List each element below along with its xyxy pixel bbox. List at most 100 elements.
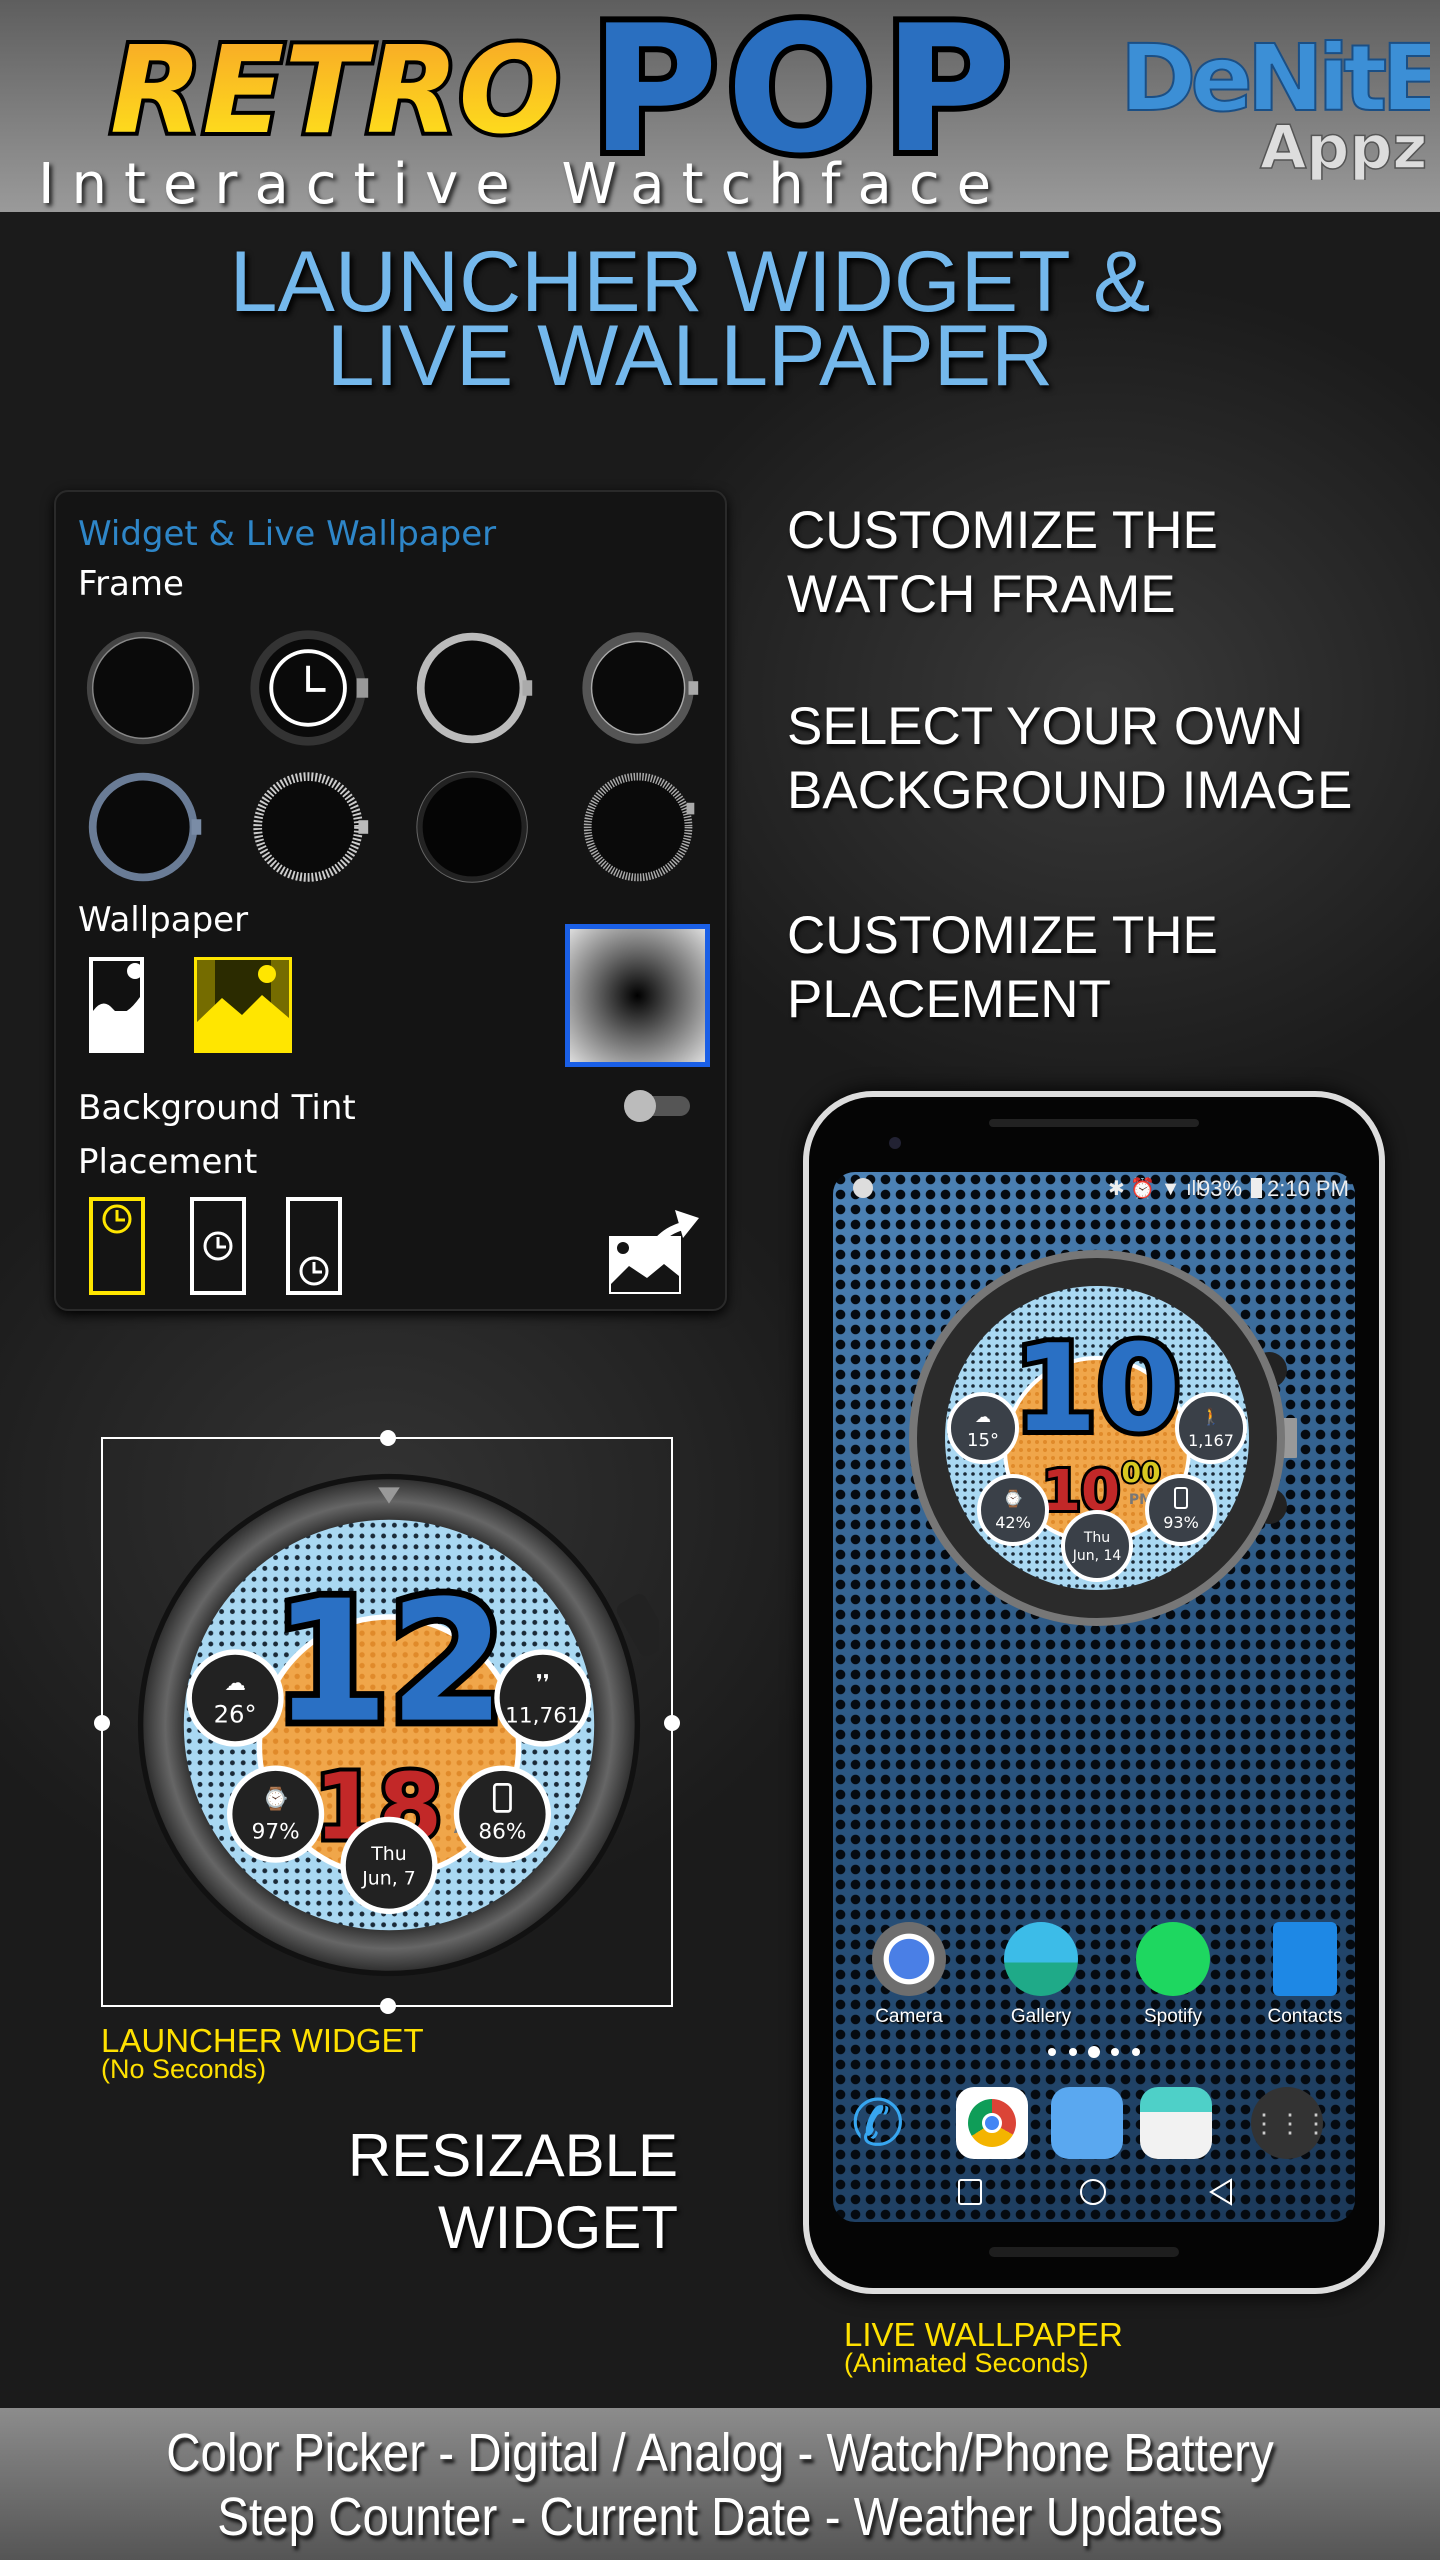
subtitle: Interactive Watchface: [38, 152, 1009, 217]
svg-text:Jun, 7: Jun, 7: [361, 1867, 416, 1889]
app-gallery[interactable]: Gallery: [1001, 1922, 1081, 2028]
footer-line1: Color Picker - Digital / Analog - Watch/…: [166, 2423, 1274, 2483]
walking-icon: 🚶: [1201, 1407, 1221, 1426]
spotify-notification-icon: [853, 1178, 873, 1198]
launcher-widget-subcaption: (No Seconds): [101, 2054, 267, 2084]
wallpaper-label: Wallpaper: [78, 900, 249, 940]
contacts-icon: [1273, 1922, 1337, 1996]
wallpaper-landscape-option-selected[interactable]: [194, 957, 292, 1053]
frame-option-7[interactable]: [412, 764, 538, 890]
feature-customize-frame: CUSTOMIZE THE WATCH FRAME: [787, 501, 1218, 624]
chrome-icon[interactable]: [956, 2087, 1028, 2159]
logo-sub: Appz: [1260, 113, 1427, 180]
live-wallpaper-subcaption: (Animated Seconds): [844, 2348, 1089, 2378]
footer-line2: Step Counter - Current Date - Weather Up…: [217, 2487, 1223, 2547]
settings-panel: Widget & Live Wallpaper Frame Wallpaper …: [54, 490, 727, 1311]
panel-title: Widget & Live Wallpaper: [78, 514, 497, 554]
frame-option-4[interactable]: [578, 625, 704, 751]
resize-handle-bottom[interactable]: [380, 1998, 396, 2014]
phone-screen: ✱ ⏰ ▼ ıll 93% 2:10 PM 10 10 00 PM ☁ 15° 🚶…: [833, 1172, 1355, 2222]
app-camera[interactable]: Camera: [869, 1922, 949, 2028]
headline-line2: LIVE WALLPAPER: [326, 308, 1054, 404]
frame-option-3[interactable]: [412, 625, 538, 751]
svg-text:86%: 86%: [478, 1819, 526, 1844]
weather-icon: ☁: [975, 1407, 991, 1426]
email-icon[interactable]: [1140, 2087, 1212, 2159]
weather-complication[interactable]: ☁ 15°: [947, 1392, 1019, 1464]
placement-bottom-option[interactable]: [286, 1197, 342, 1295]
feature-footer: Color Picker - Digital / Analog - Watch/…: [0, 2408, 1440, 2560]
back-button: [1209, 2178, 1232, 2206]
home-button: [1080, 2179, 1106, 2205]
phone-battery-complication[interactable]: 86%: [453, 1765, 551, 1863]
status-bar: ✱ ⏰ ▼ ıll 93% 2:10 PM: [833, 1172, 1355, 1208]
svg-text:11,761: 11,761: [505, 1703, 581, 1728]
feature-background-image: SELECT YOUR OWN BACKGROUND IMAGE: [787, 697, 1353, 820]
date-complication[interactable]: ThuJun, 7: [340, 1816, 438, 1914]
svg-text:Thu: Thu: [1083, 1530, 1110, 1546]
bottom-speaker: [989, 2247, 1179, 2257]
seconds-digits: 00: [1122, 1456, 1161, 1489]
header-banner: RETRO POP Interactive Watchface DeNitE! …: [0, 0, 1440, 217]
watch-face-widget: 12 18 AM ☁26° ❜❜11,761 ⌚97% 86% ThuJun, …: [137, 1473, 659, 1977]
svg-text:15°: 15°: [967, 1430, 999, 1451]
headline: LAUNCHER WIDGET & LIVE WALLPAPER: [0, 239, 1380, 404]
gallery-icon: [1004, 1922, 1078, 1996]
resize-handle-right[interactable]: [664, 1715, 680, 1731]
page-indicator[interactable]: [1044, 2042, 1144, 2062]
svg-text:97%: 97%: [252, 1819, 300, 1844]
watch-battery-complication[interactable]: ⌚ 42%: [977, 1474, 1049, 1546]
placement-label: Placement: [78, 1142, 258, 1182]
svg-text:42%: 42%: [995, 1513, 1031, 1532]
status-time: 2:10 PM: [1267, 1176, 1349, 1201]
svg-text:1,167: 1,167: [1188, 1431, 1234, 1450]
frame-option-2[interactable]: [248, 625, 374, 751]
app-contacts[interactable]: Contacts: [1265, 1922, 1345, 2028]
recents-button: [958, 2179, 982, 2205]
set-wallpaper-share-icon[interactable]: [609, 1204, 699, 1296]
placement-middle-option[interactable]: [190, 1197, 246, 1295]
steps-complication[interactable]: 🚶 1,167: [1175, 1392, 1247, 1464]
watch-face-live-wallpaper: 10 10 00 PM ☁15° 🚶1,167 ⌚42% 93% ThuJun,…: [909, 1250, 1297, 1626]
footprints-icon: ❜❜: [536, 1671, 550, 1696]
app-spotify[interactable]: Spotify: [1133, 1922, 1213, 2028]
speaker-grille: [989, 1119, 1199, 1127]
messaging-icon[interactable]: [1051, 2087, 1123, 2159]
battery-percent: 93%: [1198, 1176, 1243, 1201]
status-icons: ✱ ⏰ ▼ ıll: [1108, 1178, 1201, 1200]
watch-icon: ⌚: [1003, 1489, 1023, 1508]
frame-option-5[interactable]: [83, 764, 209, 890]
frame-option-8[interactable]: [578, 764, 704, 890]
weather-complication[interactable]: ☁ 26°: [186, 1649, 284, 1747]
resize-handle-left[interactable]: [94, 1715, 110, 1731]
wallpaper-preview-image[interactable]: [565, 924, 710, 1067]
resizable-widget-frame[interactable]: 12 18 AM ☁26° ❜❜11,761 ⌚97% 86% ThuJun, …: [94, 1430, 680, 2014]
hour-digits: 12: [273, 1566, 506, 1760]
front-camera: [889, 1137, 901, 1149]
camera-icon: [872, 1922, 946, 1996]
navigation-bar: [958, 2178, 1232, 2206]
spotify-icon: [1136, 1922, 1210, 1996]
feature-placement: CUSTOMIZE THE PLACEMENT: [787, 906, 1218, 1029]
resize-handle-top[interactable]: [380, 1430, 396, 1446]
app-drawer-icon[interactable]: ⋮⋮⋮: [1251, 2087, 1329, 2159]
background-tint-toggle[interactable]: [622, 1088, 690, 1122]
svg-text:93%: 93%: [1163, 1513, 1199, 1532]
battery-icon: [1251, 1178, 1262, 1198]
hour-digits: 10: [1014, 1320, 1181, 1459]
frame-option-1[interactable]: [83, 625, 209, 751]
resizable-widget-label: RESIZABLE WIDGET: [347, 2122, 678, 2261]
watch-icon: ⌚: [262, 1786, 289, 1812]
title-retro: RETRO: [110, 22, 561, 161]
svg-text:26°: 26°: [214, 1699, 257, 1728]
watch-battery-complication[interactable]: ⌚ 97%: [227, 1765, 325, 1863]
wallpaper-portrait-option[interactable]: [89, 957, 144, 1053]
frame-option-6[interactable]: [248, 764, 374, 890]
steps-complication[interactable]: ❜❜ 11,761: [494, 1649, 592, 1747]
svg-text:Jun, 14: Jun, 14: [1072, 1548, 1122, 1564]
phone-dialer-icon[interactable]: ✆: [851, 2087, 923, 2159]
date-complication[interactable]: Thu Jun, 14: [1061, 1510, 1133, 1582]
phone-battery-complication[interactable]: 93%: [1145, 1474, 1217, 1546]
phone-mockup: ✱ ⏰ ▼ ıll 93% 2:10 PM 10 10 00 PM ☁ 15° 🚶…: [803, 1091, 1385, 2294]
placement-top-option-selected[interactable]: [89, 1197, 145, 1295]
